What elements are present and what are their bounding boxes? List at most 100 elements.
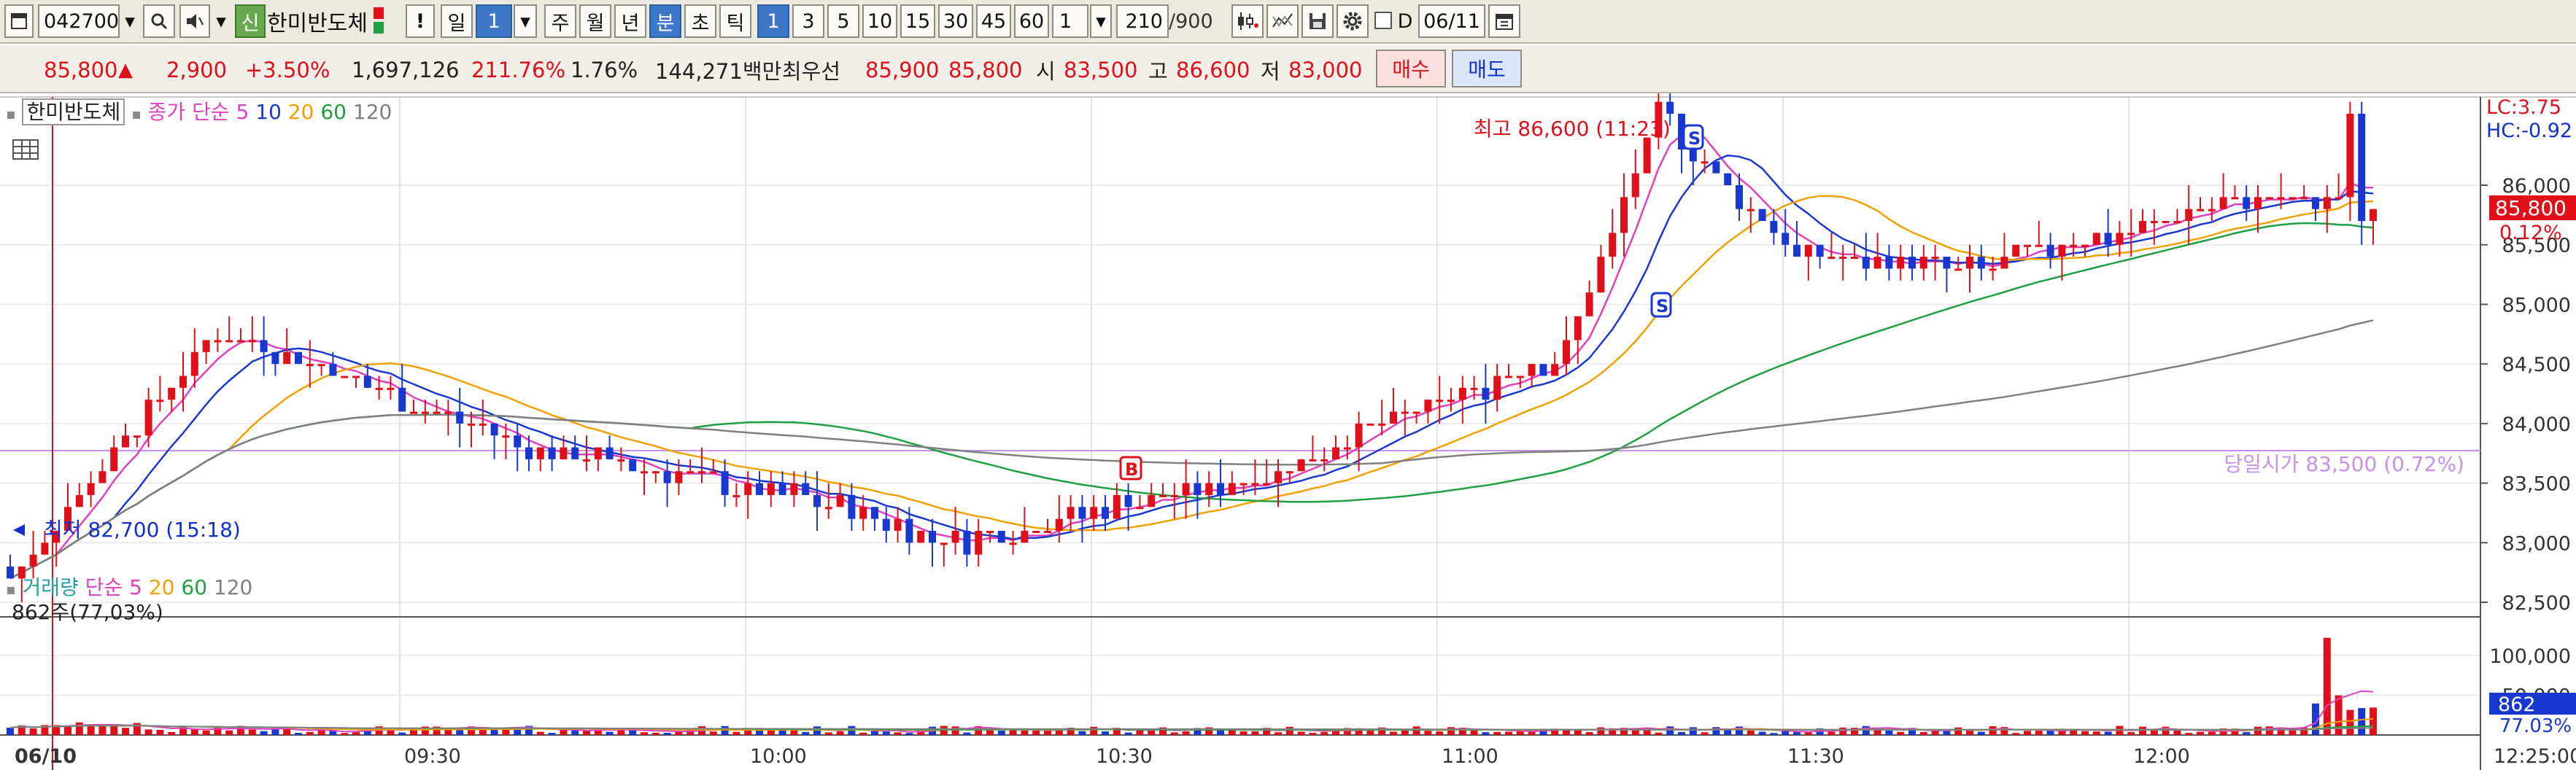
volume-bar bbox=[1747, 730, 1755, 735]
y-tick-label: 100,000 bbox=[2489, 645, 2571, 668]
low-label: 저 bbox=[1261, 59, 1280, 84]
date-input[interactable]: 06/11 bbox=[1418, 4, 1485, 38]
volume-bar bbox=[110, 725, 118, 735]
candle bbox=[2323, 197, 2331, 209]
volume-bar bbox=[1239, 731, 1248, 735]
minute-30[interactable]: 30 bbox=[938, 4, 973, 38]
candle bbox=[214, 340, 222, 343]
interval-input[interactable]: 1 bbox=[1052, 4, 1088, 38]
volume-bar bbox=[456, 730, 464, 735]
volume-bar bbox=[387, 730, 395, 735]
tab-month[interactable]: 월 bbox=[579, 4, 611, 38]
candle bbox=[929, 530, 936, 543]
tab-year[interactable]: 년 bbox=[614, 4, 646, 38]
candle bbox=[917, 530, 925, 543]
minute-60[interactable]: 60 bbox=[1014, 4, 1049, 38]
volume-moving-averages bbox=[9, 690, 2374, 733]
candle bbox=[1055, 518, 1063, 531]
search-icon[interactable] bbox=[143, 4, 175, 38]
minute-1[interactable]: 1 bbox=[757, 4, 789, 38]
candle bbox=[732, 494, 740, 497]
candle bbox=[1182, 483, 1190, 495]
volume-bar bbox=[2197, 731, 2204, 735]
volume-bar bbox=[352, 732, 360, 735]
minute-45[interactable]: 45 bbox=[976, 4, 1011, 38]
buy-signal-marker: B bbox=[1119, 456, 1142, 481]
candle-tool-icon[interactable] bbox=[1231, 4, 1264, 38]
candle bbox=[144, 400, 152, 436]
candle bbox=[848, 494, 856, 519]
chevron-down-icon[interactable]: ▾ bbox=[212, 4, 231, 38]
volume-bar bbox=[836, 731, 844, 735]
tab-day[interactable]: 일 bbox=[441, 4, 473, 38]
candle bbox=[1436, 400, 1444, 402]
period-number[interactable]: 1 bbox=[476, 4, 512, 38]
count-input[interactable]: 210 bbox=[1116, 4, 1169, 38]
candle bbox=[444, 411, 452, 414]
candle bbox=[468, 423, 475, 426]
candle bbox=[1355, 423, 1363, 448]
tab-week[interactable]: 주 bbox=[544, 4, 576, 38]
candle bbox=[179, 376, 187, 388]
candle bbox=[940, 542, 948, 545]
table-icon[interactable] bbox=[12, 139, 39, 160]
window-icon[interactable] bbox=[4, 4, 34, 38]
tab-second[interactable]: 초 bbox=[684, 4, 716, 38]
candle bbox=[2243, 197, 2251, 209]
candle bbox=[997, 530, 1005, 543]
candle bbox=[410, 411, 417, 414]
candle bbox=[709, 471, 717, 474]
candle bbox=[2150, 221, 2158, 224]
volume-bar bbox=[1493, 731, 1501, 735]
tab-minute[interactable]: 분 bbox=[649, 4, 681, 38]
candle bbox=[1954, 268, 1962, 271]
volume-bar bbox=[767, 730, 775, 735]
count-total: /900 bbox=[1169, 9, 1213, 33]
candle bbox=[502, 435, 510, 438]
gear-icon[interactable] bbox=[1337, 4, 1369, 38]
minute-3[interactable]: 3 bbox=[792, 4, 824, 38]
candle bbox=[1470, 387, 1478, 390]
buy-button[interactable]: 매수 bbox=[1376, 50, 1446, 88]
candle bbox=[248, 340, 256, 343]
line-tool-icon[interactable] bbox=[1266, 4, 1299, 38]
speaker-icon[interactable] bbox=[179, 4, 210, 38]
candle bbox=[271, 351, 279, 365]
candle bbox=[1239, 483, 1248, 486]
candle bbox=[2092, 233, 2100, 245]
chevron-down-icon[interactable]: ▾ bbox=[1090, 4, 1112, 38]
alert-button[interactable]: ! bbox=[406, 4, 435, 38]
volume-bar bbox=[1320, 732, 1328, 735]
legend-stock-name[interactable]: 한미반도체 bbox=[22, 98, 125, 125]
candle bbox=[2335, 197, 2343, 200]
calendar-icon[interactable] bbox=[1488, 4, 1520, 38]
chevron-down-icon[interactable]: ▾ bbox=[121, 4, 139, 38]
volume-bar bbox=[1528, 731, 1536, 735]
candle bbox=[2208, 209, 2216, 211]
candle bbox=[2035, 244, 2043, 247]
candle bbox=[225, 340, 233, 343]
save-icon[interactable] bbox=[1301, 4, 1334, 38]
minute-10[interactable]: 10 bbox=[862, 4, 897, 38]
volume-bar bbox=[1297, 731, 1305, 735]
volume-bar bbox=[2254, 726, 2262, 735]
candle bbox=[1516, 376, 1524, 378]
minute-15[interactable]: 15 bbox=[900, 4, 935, 38]
volume-bar bbox=[1804, 732, 1812, 735]
chevron-down-icon[interactable]: ▾ bbox=[514, 4, 537, 38]
sell-button[interactable]: 매도 bbox=[1452, 50, 1522, 88]
volume-bar bbox=[2208, 731, 2216, 735]
candle bbox=[1712, 161, 1720, 174]
volume-bar bbox=[1862, 726, 1870, 735]
candle bbox=[237, 340, 244, 343]
stock-code-input[interactable]: 042700 bbox=[38, 4, 120, 38]
volume-bar bbox=[1689, 727, 1697, 735]
candle bbox=[1816, 244, 1824, 257]
candle bbox=[1931, 257, 1939, 260]
volume-bar bbox=[87, 726, 95, 735]
volume-bar bbox=[1954, 727, 1962, 735]
minute-5[interactable]: 5 bbox=[827, 4, 859, 38]
date-checkbox[interactable] bbox=[1374, 12, 1392, 29]
tab-tick[interactable]: 틱 bbox=[719, 4, 751, 38]
price-chart[interactable]: 86,00085,50085,00084,50084,00083,50083,0… bbox=[0, 93, 2576, 770]
